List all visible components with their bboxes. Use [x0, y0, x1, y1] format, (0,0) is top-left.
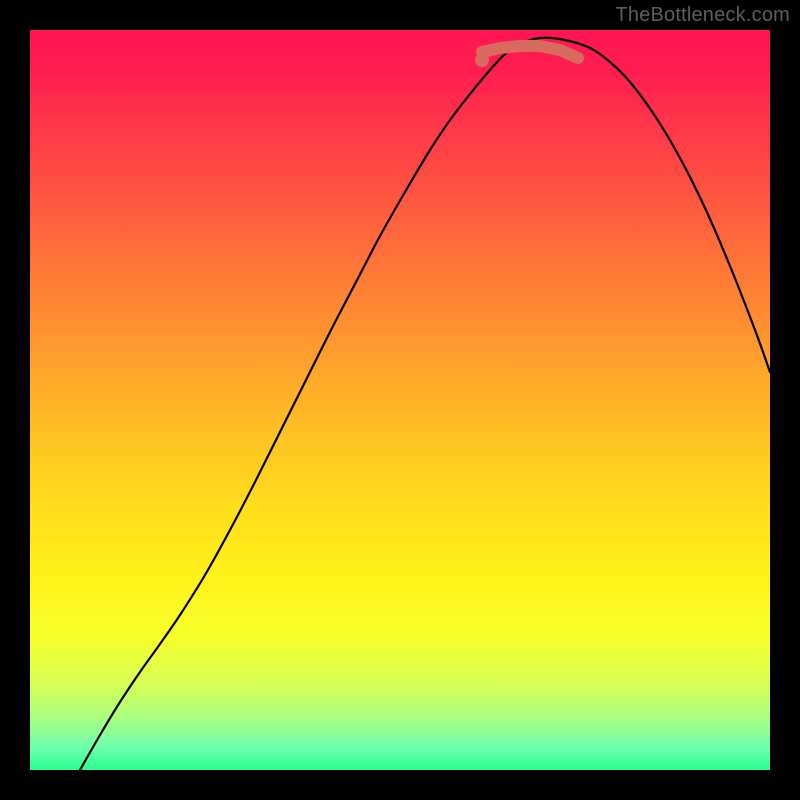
chart-area [30, 30, 770, 770]
watermark-text: TheBottleneck.com [615, 4, 790, 27]
chart-svg [30, 30, 770, 770]
bottleneck-curve [80, 38, 770, 770]
optimal-range-segment [482, 46, 578, 58]
optimal-point-marker [475, 53, 489, 67]
